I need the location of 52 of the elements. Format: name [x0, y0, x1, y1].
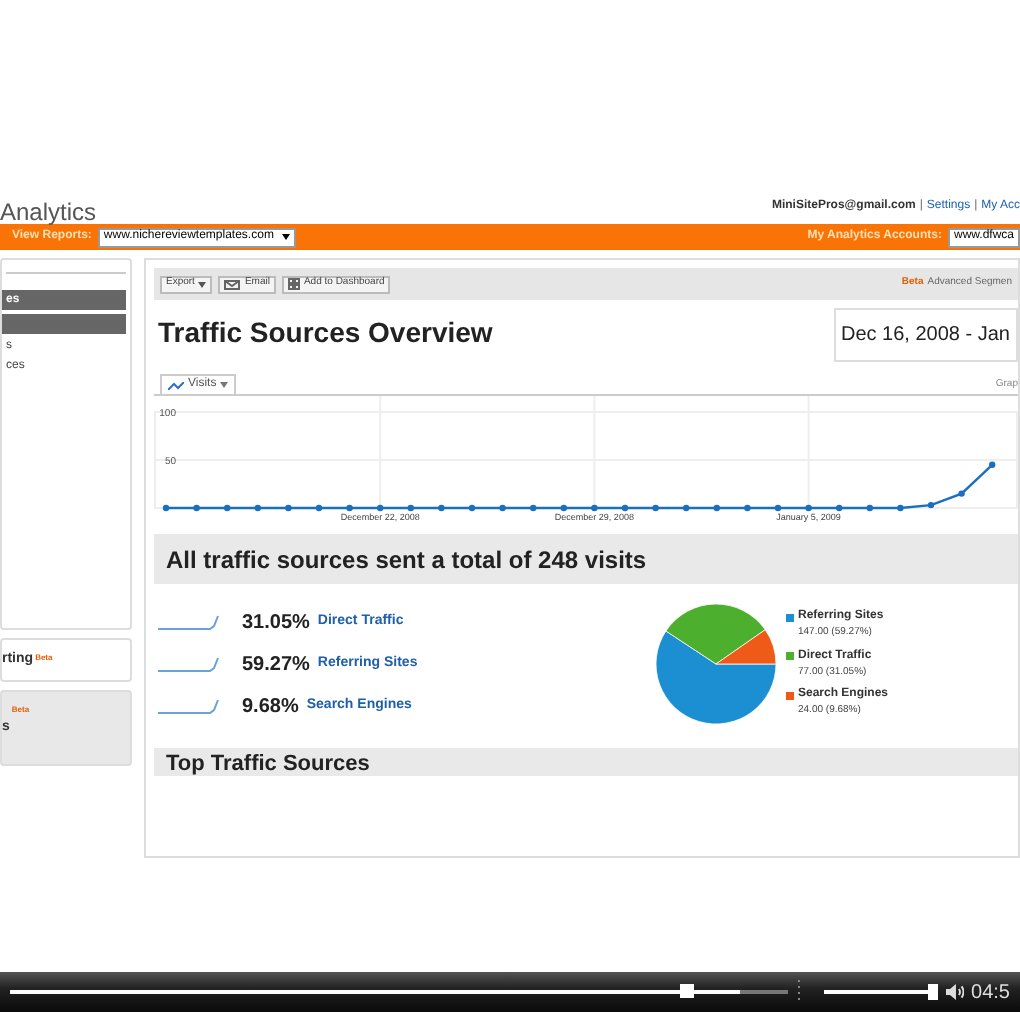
envelope-icon — [224, 279, 241, 289]
point — [499, 504, 506, 512]
point — [927, 501, 935, 509]
point — [958, 490, 965, 497]
legend-swatch — [786, 691, 794, 700]
source-percent: 59.27% — [242, 651, 310, 679]
point — [560, 504, 567, 512]
point — [377, 504, 384, 512]
point — [897, 504, 904, 512]
point — [744, 504, 751, 512]
point — [162, 504, 170, 512]
caret-icon — [198, 281, 207, 287]
point — [774, 504, 782, 512]
point — [989, 461, 996, 468]
sparkline-drawing — [158, 698, 222, 714]
elapsed-time: 04:5 — [971, 979, 1010, 1007]
summary-heading: All traffic sources sent a total of 248 visits — [166, 543, 647, 577]
volume-handle[interactable] — [927, 984, 938, 1000]
point — [621, 504, 629, 512]
app-title: Analytics — [0, 200, 97, 224]
point — [438, 504, 445, 512]
point — [836, 504, 843, 512]
point — [224, 504, 231, 512]
sparkline-drawing — [158, 656, 222, 672]
point — [468, 504, 476, 512]
caret-icon — [220, 382, 229, 388]
point — [346, 504, 353, 512]
legend-swatch — [786, 652, 794, 661]
caret-icon — [281, 234, 290, 240]
point — [285, 504, 292, 512]
page-title: Traffic Sources Overview — [158, 314, 493, 352]
legend-swatch — [786, 613, 794, 622]
source-percent: 31.05% — [242, 609, 310, 637]
section-heading: Top Traffic Sources — [166, 754, 370, 776]
point — [315, 504, 323, 512]
point — [805, 504, 812, 512]
point — [591, 504, 598, 512]
point — [652, 504, 659, 512]
line-chart-icon — [168, 381, 184, 389]
date-range[interactable]: Dec 16, 2008 - Jan — [833, 308, 1018, 362]
seek-handle[interactable] — [680, 984, 695, 998]
point — [193, 504, 200, 512]
point — [254, 504, 261, 512]
grid-icon — [287, 278, 300, 290]
point — [866, 504, 873, 512]
source-percent: 9.68% — [242, 693, 299, 721]
sparkline-drawing — [158, 614, 222, 630]
point — [407, 504, 414, 512]
point — [713, 504, 720, 512]
speaker-icon[interactable] — [945, 984, 964, 1000]
point — [530, 504, 537, 512]
point — [683, 504, 690, 512]
